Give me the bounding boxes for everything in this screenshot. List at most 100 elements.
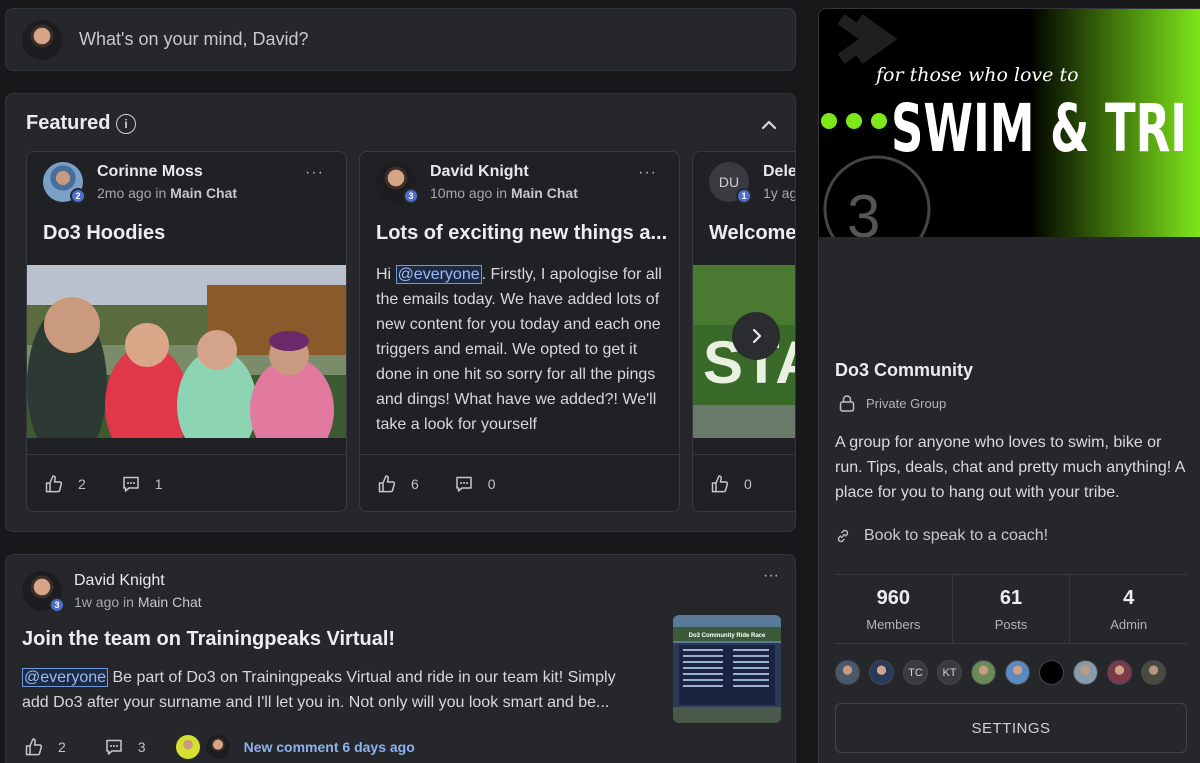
like-count: 2: [78, 476, 86, 492]
cover-number: 3: [847, 183, 880, 237]
member-avatar[interactable]: [1073, 660, 1098, 685]
chevron-right-icon: [752, 328, 762, 344]
card-footer: 2 1: [27, 454, 346, 511]
thumbs-up-icon: [711, 475, 729, 493]
composer-placeholder[interactable]: What's on your mind, David?: [79, 29, 309, 50]
privacy-text: Private Group: [866, 395, 947, 411]
more-options-icon[interactable]: ···: [638, 164, 657, 182]
member-avatar[interactable]: [971, 660, 996, 685]
group-cover-image: 3 for those who love to SWIM & TRI: [819, 9, 1200, 237]
thumbs-up-icon: [45, 475, 63, 493]
stat-value: 61: [999, 586, 1023, 609]
card-title[interactable]: Do3 Hoodies: [43, 222, 165, 245]
next-arrow-button[interactable]: [732, 312, 780, 360]
post-thumbnail[interactable]: Do3 Community Ride Race: [673, 615, 781, 723]
coach-link-text[interactable]: Book to speak to a coach!: [864, 527, 1048, 545]
level-badge: 2: [70, 188, 86, 204]
settings-button[interactable]: SETTINGS: [835, 703, 1187, 753]
member-avatars: TC KT: [835, 660, 1175, 685]
comment-button[interactable]: 3: [104, 737, 146, 757]
thumbnail-caption: Do3 Community Ride Race: [689, 633, 766, 639]
stat-admin[interactable]: 4 Admin: [1070, 575, 1187, 643]
featured-section: Featured i 2 Corinne Moss 2mo ago in Mai…: [5, 93, 796, 532]
group-name: Do3 Community: [835, 360, 974, 380]
post-time: 1y ag: [763, 185, 796, 201]
avatar: [22, 19, 62, 60]
card-footer: 6 0: [360, 454, 679, 511]
cover-title: SWIM & TRI: [891, 90, 1187, 167]
meta-in: in: [123, 594, 134, 610]
avatar: 3: [22, 571, 65, 613]
channel-link[interactable]: Main Chat: [170, 185, 237, 201]
comment-count: 0: [487, 476, 496, 492]
member-avatar[interactable]: [835, 660, 860, 685]
like-button[interactable]: 2: [24, 737, 66, 757]
member-avatar[interactable]: TC: [903, 660, 928, 685]
member-avatar[interactable]: KT: [937, 660, 962, 685]
member-avatar[interactable]: [1005, 660, 1030, 685]
like-button[interactable]: 2: [44, 474, 86, 494]
more-options-icon[interactable]: ···: [305, 164, 324, 182]
stat-members[interactable]: 960 Members: [835, 575, 953, 643]
post-title[interactable]: Join the team on Trainingpeaks Virtual!: [22, 628, 395, 651]
like-button[interactable]: 6: [377, 474, 419, 494]
member-avatar[interactable]: [1107, 660, 1132, 685]
stat-label: Admin: [1110, 616, 1148, 632]
new-comment-link[interactable]: New comment 6 days ago: [244, 739, 415, 755]
thumbs-up-icon: [378, 475, 396, 493]
avatar-initials: DU: [718, 174, 740, 190]
comment-count: 1: [154, 476, 163, 492]
avatar: 2: [43, 162, 86, 204]
post-time: 10mo ago: [430, 185, 493, 201]
meta-in: in: [496, 185, 508, 201]
post-body: @everyone Be part of Do3 on Trainingpeak…: [22, 665, 642, 715]
channel-link[interactable]: Main Chat: [511, 185, 578, 201]
level-badge: 3: [403, 188, 419, 204]
like-count: 0: [744, 476, 752, 492]
body-prefix: Hi: [376, 266, 396, 283]
post-time: 2mo ago: [97, 185, 152, 201]
stat-label: Posts: [994, 616, 1028, 632]
more-options-icon[interactable]: ···: [763, 567, 779, 585]
post-composer[interactable]: What's on your mind, David?: [5, 8, 796, 71]
featured-card[interactable]: 2 Corinne Moss 2mo ago in Main Chat ··· …: [26, 151, 347, 512]
stat-posts[interactable]: 61 Posts: [953, 575, 1071, 643]
featured-title: Featured: [26, 112, 111, 134]
coach-link[interactable]: Book to speak to a coach!: [835, 527, 1048, 545]
comment-icon: [456, 476, 472, 492]
member-avatar[interactable]: [1039, 660, 1064, 685]
cover-tagline: for those who love to: [874, 64, 1079, 86]
author-name[interactable]: David Knight: [430, 163, 578, 181]
lock-icon: [839, 395, 855, 412]
author-name[interactable]: Dele: [763, 163, 795, 181]
post-image[interactable]: [27, 265, 347, 438]
like-button[interactable]: 0: [710, 474, 752, 494]
commenter-avatars: [175, 735, 230, 759]
avatar: 3: [376, 162, 419, 204]
card-title[interactable]: Welcome: [709, 222, 795, 245]
card-body: Hi @everyone. Firstly, I apologise for a…: [376, 262, 668, 437]
like-count: 2: [58, 739, 66, 755]
author-name[interactable]: Corinne Moss: [97, 163, 237, 181]
comment-button[interactable]: 0: [454, 474, 496, 494]
level-badge: 1: [736, 188, 752, 204]
level-badge: 3: [49, 597, 65, 613]
feed-post: 3 David Knight 1w ago in Main Chat ··· J…: [5, 554, 796, 763]
group-stats: 960 Members 61 Posts 4 Admin: [835, 574, 1187, 644]
comment-count: 3: [137, 739, 146, 755]
mention-link[interactable]: @everyone: [395, 265, 482, 284]
card-title[interactable]: Lots of exciting new things a...: [376, 222, 667, 245]
channel-link[interactable]: Main Chat: [138, 594, 202, 610]
comment-icon: [106, 739, 122, 755]
chevron-up-icon[interactable]: [756, 112, 782, 138]
author-name[interactable]: David Knight: [74, 572, 202, 590]
member-avatar[interactable]: [1141, 660, 1166, 685]
comment-button[interactable]: 1: [121, 474, 163, 494]
stat-label: Members: [866, 616, 921, 632]
featured-card[interactable]: 3 David Knight 10mo ago in Main Chat ···…: [359, 151, 680, 512]
body-text: . Firstly, I apologise for all the email…: [376, 266, 662, 433]
group-panel: 3 for those who love to SWIM & TRI Do3 C…: [818, 8, 1200, 763]
member-avatar[interactable]: [869, 660, 894, 685]
info-icon[interactable]: i: [116, 114, 136, 134]
mention-link[interactable]: @everyone: [22, 668, 109, 687]
